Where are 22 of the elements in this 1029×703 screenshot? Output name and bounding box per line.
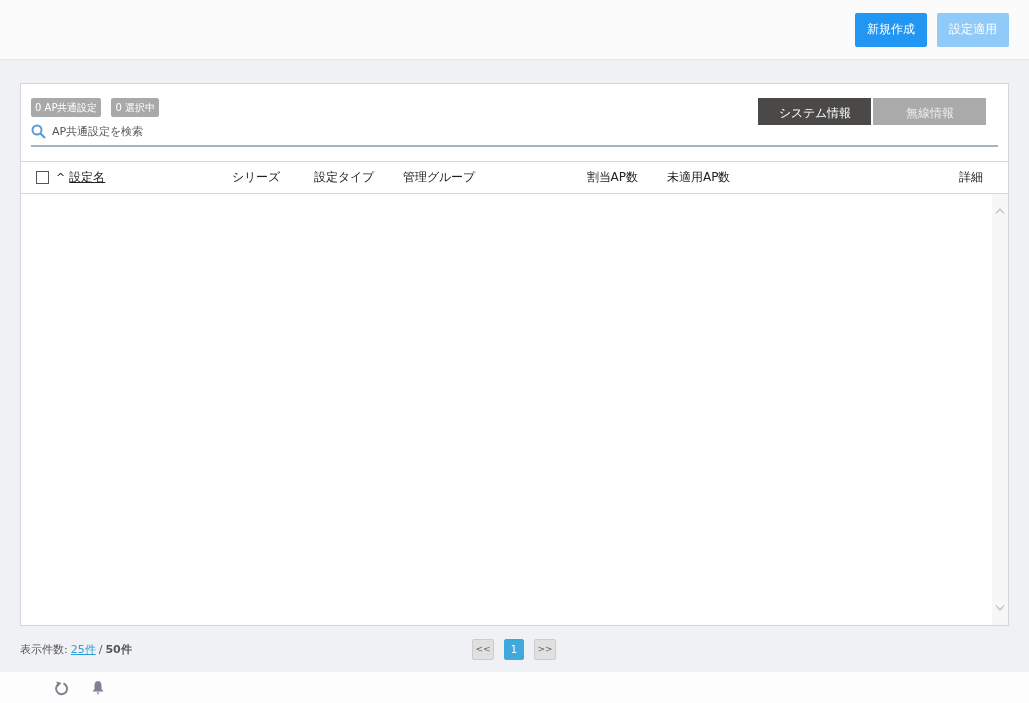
search-icon [31, 123, 46, 139]
page-button[interactable]: 1 [504, 638, 524, 660]
page-size-link[interactable]: 25件 [70, 641, 96, 657]
first-page-button[interactable]: << [472, 638, 494, 660]
column-header: 未適用AP数 [667, 169, 731, 186]
column-header: 割当AP数 [586, 169, 638, 186]
count-badge: 0 AP共通設定 [31, 98, 102, 117]
sort-caret[interactable]: ^ [56, 171, 66, 184]
column-header: 設定タイプ [314, 169, 374, 186]
page-size-label: 表示件数: [20, 641, 68, 657]
total-count: 50件 [105, 641, 132, 657]
refresh-icon[interactable] [54, 679, 69, 696]
bell-icon[interactable] [91, 680, 105, 695]
column-header[interactable]: 設定名 [69, 169, 106, 186]
count-badge: 0 選択中 [111, 98, 159, 117]
column-header: 管理グループ [403, 169, 475, 186]
separator: / [98, 642, 103, 656]
select-all-checkbox[interactable] [36, 171, 49, 184]
column-header: 詳細 [959, 169, 983, 186]
last-page-button[interactable]: >> [534, 638, 556, 660]
create-button[interactable]: 新規作成 [855, 12, 927, 47]
column-header: シリーズ [232, 169, 280, 186]
